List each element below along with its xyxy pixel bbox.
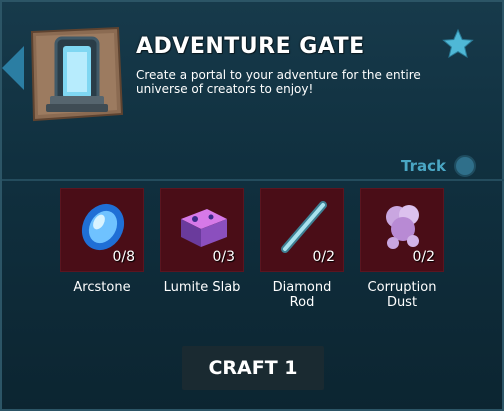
ingredient-slot[interactable]: 0/2 xyxy=(260,188,344,272)
favorite-star-icon[interactable] xyxy=(442,28,474,60)
ingredient-name: Lumite Slab xyxy=(163,280,241,295)
craft-button[interactable]: CRAFT 1 xyxy=(182,346,324,390)
track-checkbox[interactable] xyxy=(453,155,476,177)
lumite-slab-icon xyxy=(181,209,227,247)
ingredient-corruption-dust[interactable]: 0/2 Corruption Dust xyxy=(360,188,444,310)
track-toggle[interactable]: Track xyxy=(401,155,476,177)
ingredient-slot[interactable]: 0/3 xyxy=(160,188,244,272)
back-arrow-icon[interactable] xyxy=(2,46,24,90)
recipe-panel: ADVENTURE GATE Create a portal to your a… xyxy=(0,0,504,411)
arcstone-icon xyxy=(81,203,125,251)
ingredient-count: 0/3 xyxy=(212,249,235,265)
ingredient-name: Corruption Dust xyxy=(367,280,437,310)
diamond-rod-icon xyxy=(281,201,327,253)
ingredient-slot[interactable]: 0/8 xyxy=(60,188,144,272)
ingredient-slot[interactable]: 0/2 xyxy=(360,188,444,272)
ingredient-diamond-rod[interactable]: 0/2 Diamond Rod xyxy=(260,188,344,310)
ingredient-arcstone[interactable]: 0/8 Arcstone xyxy=(60,188,144,295)
ingredient-count: 0/2 xyxy=(312,249,335,265)
item-title: ADVENTURE GATE xyxy=(136,34,365,59)
ingredient-count: 0/2 xyxy=(412,249,435,265)
ingredient-name: Arcstone xyxy=(73,280,131,295)
ingredient-name: Diamond Rod xyxy=(272,280,332,310)
ingredient-list: 0/8 Arcstone 0/3 Lumite Slab 0/2 Diamond… xyxy=(60,188,460,310)
ingredient-count: 0/8 xyxy=(112,249,135,265)
adventure-gate-portrait xyxy=(26,24,126,124)
item-description: Create a portal to your adventure for th… xyxy=(136,68,421,96)
track-label: Track xyxy=(401,157,446,175)
divider xyxy=(2,179,504,181)
corruption-dust-icon xyxy=(386,205,419,249)
ingredient-lumite-slab[interactable]: 0/3 Lumite Slab xyxy=(160,188,244,295)
